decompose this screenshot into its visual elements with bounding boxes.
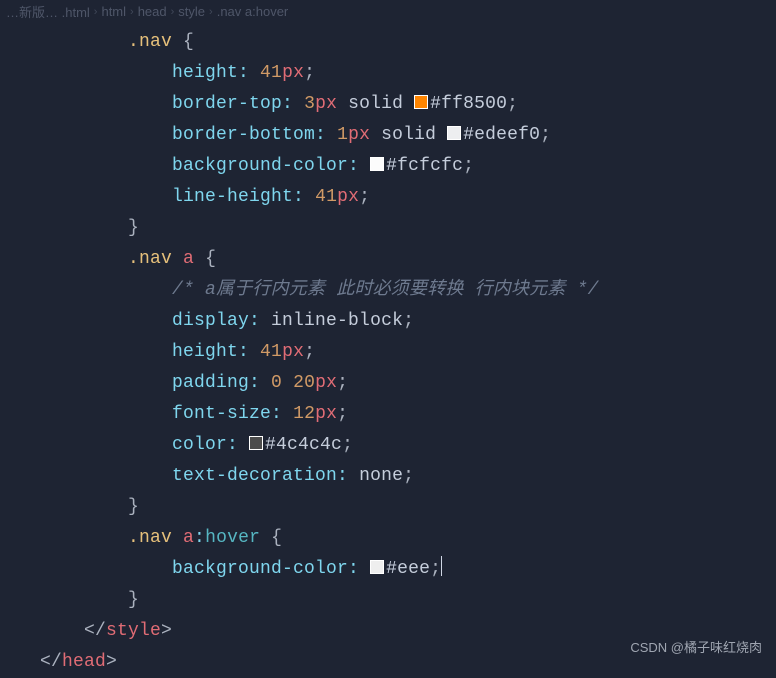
code-line[interactable]: .nav a:hover {	[20, 523, 776, 554]
code-line[interactable]: display: inline-block;	[20, 306, 776, 337]
chevron-right-icon: ›	[130, 6, 134, 18]
css-property: background-color	[172, 156, 348, 176]
chevron-right-icon: ›	[94, 6, 98, 18]
color-swatch-icon	[414, 95, 428, 109]
code-line[interactable]: border-top: 3px solid #ff8500;	[20, 89, 776, 120]
code-line[interactable]: background-color: #eee;	[20, 554, 776, 585]
code-line[interactable]: }	[20, 492, 776, 523]
code-line[interactable]: }	[20, 585, 776, 616]
color-swatch-icon	[249, 436, 263, 450]
code-editor[interactable]: .nav { height: 41px; border-top: 3px sol…	[0, 23, 776, 678]
css-property: border-top	[172, 94, 282, 114]
code-line[interactable]: }	[20, 213, 776, 244]
css-selector: .nav	[128, 32, 172, 52]
code-line[interactable]: height: 41px;	[20, 337, 776, 368]
code-line[interactable]: line-height: 41px;	[20, 182, 776, 213]
css-property: border-bottom	[172, 125, 315, 145]
code-line[interactable]: .nav {	[20, 27, 776, 58]
code-line[interactable]: padding: 0 20px;	[20, 368, 776, 399]
css-selector: .nav	[128, 528, 172, 548]
breadcrumb-style[interactable]: style	[178, 4, 205, 19]
code-line[interactable]: color: #4c4c4c;	[20, 430, 776, 461]
breadcrumb: …新版… .html › html › head › style › .nav …	[0, 0, 776, 23]
css-property: display	[172, 311, 249, 331]
watermark: CSDN @橘子味红烧肉	[630, 637, 762, 656]
code-line[interactable]: text-decoration: none;	[20, 461, 776, 492]
color-swatch-icon	[370, 157, 384, 171]
text-cursor-icon	[441, 556, 442, 576]
css-property: text-decoration	[172, 466, 337, 486]
css-property: font-size	[172, 404, 271, 424]
breadcrumb-file[interactable]: …新版… .html	[6, 2, 90, 21]
css-selector: .nav	[128, 249, 172, 269]
css-property: height	[172, 63, 238, 83]
code-line[interactable]: /* a属于行内元素 此时必须要转换 行内块元素 */	[20, 275, 776, 306]
color-swatch-icon	[370, 560, 384, 574]
chevron-right-icon: ›	[209, 6, 213, 18]
css-property: color	[172, 435, 227, 455]
breadcrumb-rule[interactable]: .nav a:hover	[217, 4, 289, 19]
breadcrumb-html[interactable]: html	[101, 4, 126, 19]
code-line[interactable]: .nav a {	[20, 244, 776, 275]
css-property: background-color	[172, 559, 348, 579]
css-property: padding	[172, 373, 249, 393]
chevron-right-icon: ›	[171, 6, 175, 18]
css-property: height	[172, 342, 238, 362]
code-line[interactable]: border-bottom: 1px solid #edeef0;	[20, 120, 776, 151]
color-swatch-icon	[447, 126, 461, 140]
code-line[interactable]: height: 41px;	[20, 58, 776, 89]
css-comment: /* a属于行内元素 此时必须要转换 行内块元素 */	[172, 280, 599, 300]
code-line[interactable]: background-color: #fcfcfc;	[20, 151, 776, 182]
css-property: line-height	[172, 187, 293, 207]
code-line[interactable]: font-size: 12px;	[20, 399, 776, 430]
breadcrumb-head[interactable]: head	[138, 4, 167, 19]
